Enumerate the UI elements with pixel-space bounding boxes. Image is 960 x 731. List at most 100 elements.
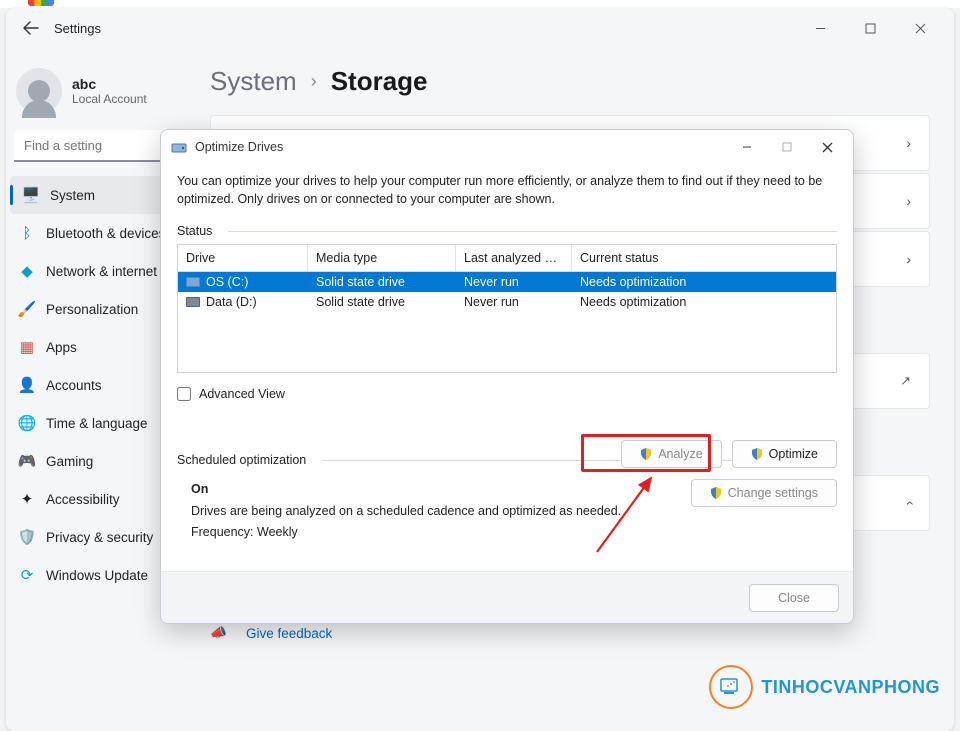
maximize-icon xyxy=(782,142,792,152)
watermark: TINHOCVANPHONG xyxy=(709,665,940,709)
minimize-icon xyxy=(815,23,826,34)
dialog-maximize-button[interactable] xyxy=(767,133,807,161)
breadcrumb: System › Storage xyxy=(210,66,930,97)
breadcrumb-current: Storage xyxy=(331,66,428,97)
sidebar-item-accessibility[interactable]: ✦ Accessibility xyxy=(6,480,186,518)
system-icon: 🖥️ xyxy=(22,186,40,204)
arrow-left-icon xyxy=(23,20,39,36)
close-button[interactable]: Close xyxy=(749,584,839,612)
sidebar-item-label: Time & language xyxy=(46,416,148,431)
change-settings-button[interactable]: Change settings xyxy=(691,479,837,507)
col-media[interactable]: Media type xyxy=(308,245,456,271)
windows-update-icon: ⟳ xyxy=(18,566,36,584)
chevron-right-icon: › xyxy=(906,251,911,267)
watermark-logo-icon xyxy=(709,665,753,709)
sidebar-item-label: Bluetooth & devices xyxy=(46,226,165,241)
shield-icon xyxy=(640,448,652,460)
apps-icon: ▦ xyxy=(18,338,36,356)
drives-table: Drive Media type Last analyzed or o... C… xyxy=(177,244,837,373)
sidebar-item-gaming[interactable]: 🎮 Gaming xyxy=(6,442,186,480)
optimize-button[interactable]: Optimize xyxy=(732,440,837,468)
dialog-intro-text: You can optimize your drives to help you… xyxy=(177,172,837,208)
advanced-view-label[interactable]: Advanced View xyxy=(199,387,285,401)
accessibility-icon: ✦ xyxy=(18,490,36,508)
minimize-icon xyxy=(742,142,752,152)
dialog-close-button[interactable] xyxy=(807,133,847,161)
sidebar-item-label: Personalization xyxy=(46,302,138,317)
sidebar-item-personalization[interactable]: 🖌️ Personalization xyxy=(6,290,186,328)
current-status: Needs optimization xyxy=(572,292,836,312)
window-title: Settings xyxy=(54,21,101,36)
sidebar-item-label: Privacy & security xyxy=(46,530,153,545)
sidebar-item-label: Accessibility xyxy=(46,492,120,507)
media-type: Solid state drive xyxy=(308,292,456,312)
media-type: Solid state drive xyxy=(308,272,456,292)
sidebar-item-label: Accounts xyxy=(46,378,102,393)
table-row[interactable]: Data (D:) Solid state driveNever runNeeds… xyxy=(178,292,836,312)
dialog-titlebar: Optimize Drives xyxy=(161,130,853,164)
current-status: Needs optimization xyxy=(572,272,836,292)
scheduled-label: Scheduled optimization xyxy=(177,453,306,467)
minimize-button[interactable] xyxy=(804,14,836,42)
user-block[interactable]: abc Local Account xyxy=(6,60,186,130)
sidebar: abc Local Account 🖥️ System ᛒ Bluetooth & d… xyxy=(6,48,186,731)
drive-icon xyxy=(186,277,200,287)
table-header: Drive Media type Last analyzed or o... C… xyxy=(178,245,836,272)
time-language-icon: 🌐 xyxy=(18,414,36,432)
close-icon xyxy=(822,142,833,153)
shield-icon xyxy=(751,448,763,460)
bluetooth-devices-icon: ᛒ xyxy=(18,224,36,242)
personalization-icon: 🖌️ xyxy=(18,300,36,318)
sidebar-item-label: Gaming xyxy=(46,454,93,469)
drive-name: OS (C:) xyxy=(206,275,248,289)
breadcrumb-parent[interactable]: System xyxy=(210,66,297,97)
col-last[interactable]: Last analyzed or o... xyxy=(456,245,572,271)
close-window-button[interactable] xyxy=(904,14,936,42)
last-analyzed: Never run xyxy=(456,272,572,292)
sidebar-item-windows-update[interactable]: ⟳ Windows Update xyxy=(6,556,186,594)
sidebar-item-accounts[interactable]: 👤Accounts xyxy=(6,366,186,404)
chevron-right-icon: › xyxy=(906,135,911,151)
drive-icon xyxy=(186,297,200,307)
give-feedback-link[interactable]: 📣 Give feedback xyxy=(210,625,930,641)
table-row[interactable]: OS (C:) Solid state driveNever runNeeds o… xyxy=(178,272,836,292)
maximize-icon xyxy=(865,23,876,34)
sidebar-item-label: Windows Update xyxy=(46,568,148,583)
back-button[interactable] xyxy=(14,11,48,45)
optimize-drives-dialog: Optimize Drives You can optimize your dr… xyxy=(160,129,854,624)
external-link-icon: ↗ xyxy=(900,373,911,389)
maximize-button[interactable] xyxy=(854,14,886,42)
sidebar-item-label: System xyxy=(50,188,95,203)
close-icon xyxy=(915,23,926,34)
chevron-right-icon: › xyxy=(906,193,911,209)
analyze-button[interactable]: Analyze xyxy=(621,440,721,468)
gaming-icon: 🎮 xyxy=(18,452,36,470)
sidebar-item-time-language[interactable]: 🌐 Time & language xyxy=(6,404,186,442)
chevron-right-icon: › xyxy=(311,71,317,92)
dialog-minimize-button[interactable] xyxy=(727,133,767,161)
sidebar-item-apps[interactable]: ▦ Apps xyxy=(6,328,186,366)
sidebar-item-bluetooth-devices[interactable]: ᛒ Bluetooth & devices xyxy=(6,214,186,252)
feedback-icon: 📣 xyxy=(210,625,230,641)
avatar xyxy=(16,68,62,114)
search-input[interactable] xyxy=(14,130,178,162)
user-subtitle: Local Account xyxy=(72,92,147,106)
advanced-view-checkbox[interactable] xyxy=(177,387,191,401)
last-analyzed: Never run xyxy=(456,292,572,312)
network-internet-icon: ◆ xyxy=(18,262,36,280)
user-name: abc xyxy=(72,76,147,92)
sidebar-item-system[interactable]: 🖥️ System xyxy=(10,176,182,214)
divider xyxy=(228,231,837,232)
col-status[interactable]: Current status xyxy=(572,245,836,271)
sidebar-item-privacy-security[interactable]: 🛡️ Privacy & security xyxy=(6,518,186,556)
col-drive[interactable]: Drive xyxy=(178,245,308,271)
chevron-up-icon: › xyxy=(901,501,917,506)
drive-icon xyxy=(171,139,187,155)
drive-name: Data (D:) xyxy=(206,295,257,309)
sidebar-item-network-internet[interactable]: ◆ Network & internet xyxy=(6,252,186,290)
shield-icon xyxy=(710,487,722,499)
status-label: Status xyxy=(177,224,212,238)
privacy-security-icon: 🛡️ xyxy=(18,528,36,546)
sidebar-item-label: Network & internet xyxy=(46,264,157,279)
sidebar-item-label: Apps xyxy=(46,340,77,355)
